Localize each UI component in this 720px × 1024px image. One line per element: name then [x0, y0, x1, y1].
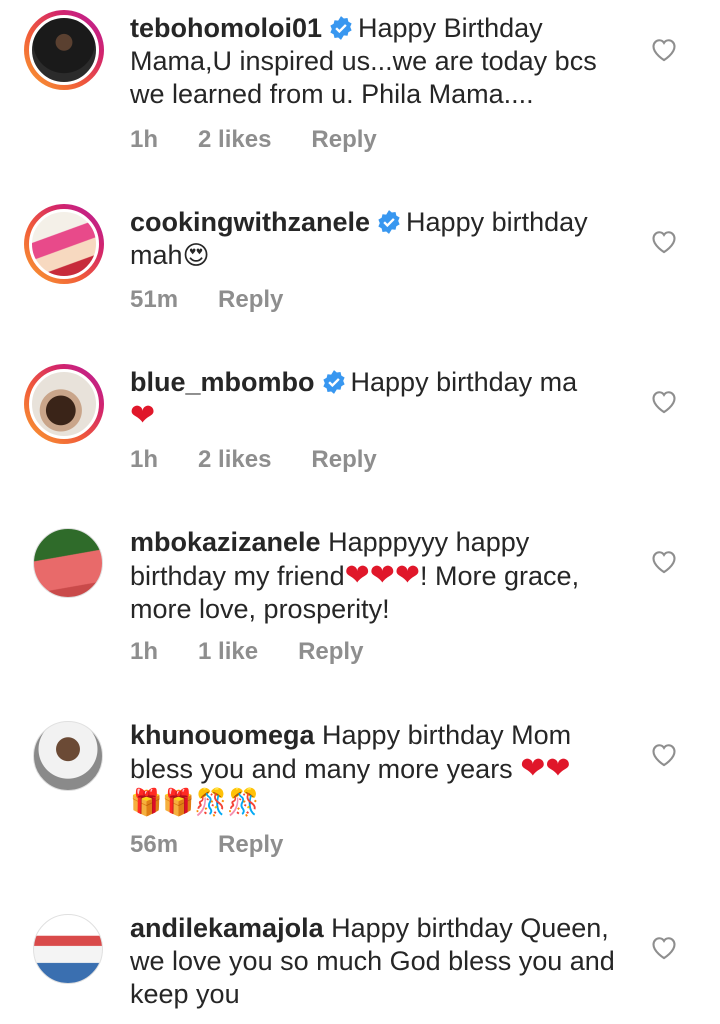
likes-count[interactable]: 2 likes	[198, 446, 271, 474]
comment-body: khunouomega Happy birthday Mom bless you…	[130, 719, 630, 819]
heart-outline-icon[interactable]	[650, 36, 678, 62]
comment-body: cookingwithzanele Happy birthday mah😍	[130, 206, 630, 272]
timestamp: 1h	[130, 446, 159, 473]
comment-body: mbokazizanele Happpyyy happy birthday my…	[130, 526, 630, 626]
verified-badge-icon	[378, 210, 400, 234]
timestamp: 51m	[130, 286, 179, 313]
username[interactable]: tebohomoloi01	[130, 13, 322, 43]
username[interactable]: khunouomega	[130, 720, 315, 750]
reply-button[interactable]: Reply	[311, 126, 376, 154]
avatar[interactable]	[33, 528, 103, 598]
reply-button[interactable]: Reply	[218, 286, 283, 314]
heart-outline-icon[interactable]	[650, 934, 678, 960]
verified-badge-icon	[330, 16, 352, 40]
avatar[interactable]	[24, 10, 104, 90]
reply-button[interactable]: Reply	[298, 638, 363, 666]
avatar[interactable]	[33, 914, 103, 984]
heart-outline-icon[interactable]	[650, 741, 678, 767]
comment-meta: 1h 1 like Reply	[130, 638, 363, 666]
avatar[interactable]	[33, 721, 103, 791]
likes-count[interactable]: 1 like	[198, 638, 258, 666]
avatar[interactable]	[24, 364, 104, 444]
username[interactable]: cookingwithzanele	[130, 207, 370, 237]
heart-outline-icon[interactable]	[650, 228, 678, 254]
comment-meta: 1h 2 likes Reply	[130, 446, 377, 474]
timestamp: 56m	[130, 831, 179, 858]
likes-count[interactable]: 2 likes	[198, 126, 271, 154]
comment-body: blue_mbombo Happy birthday ma ❤	[130, 366, 630, 433]
timestamp: 1h	[130, 638, 159, 665]
comment-body: andilekamajola Happy birthday Queen, we …	[130, 912, 630, 1011]
heart-emoji: ❤	[130, 399, 156, 432]
hearts-emoji: ❤❤	[520, 752, 571, 785]
comment-text: Happy birthday ma	[350, 367, 578, 397]
comment-meta: 1h 2 likes Reply	[130, 126, 377, 154]
heart-eyes-emoji: 😍	[182, 240, 210, 270]
comment-body: tebohomoloi01 Happy Birthday Mama,U inspi…	[130, 12, 630, 111]
heart-outline-icon[interactable]	[650, 548, 678, 574]
comment-meta: 51m Reply	[130, 286, 283, 314]
username[interactable]: mbokazizanele	[130, 527, 321, 557]
comment-meta: 56m Reply	[130, 831, 283, 859]
reply-button[interactable]: Reply	[218, 831, 283, 859]
timestamp: 1h	[130, 126, 159, 153]
heart-outline-icon[interactable]	[650, 388, 678, 414]
verified-badge-icon	[322, 370, 345, 394]
gift-confetti-emoji: 🎁🎁🎊🎊	[130, 787, 260, 817]
username[interactable]: andilekamajola	[130, 913, 324, 943]
hearts-emoji: ❤❤❤	[344, 559, 421, 592]
username[interactable]: blue_mbombo	[130, 367, 315, 397]
reply-button[interactable]: Reply	[311, 446, 376, 474]
avatar[interactable]	[24, 204, 104, 284]
